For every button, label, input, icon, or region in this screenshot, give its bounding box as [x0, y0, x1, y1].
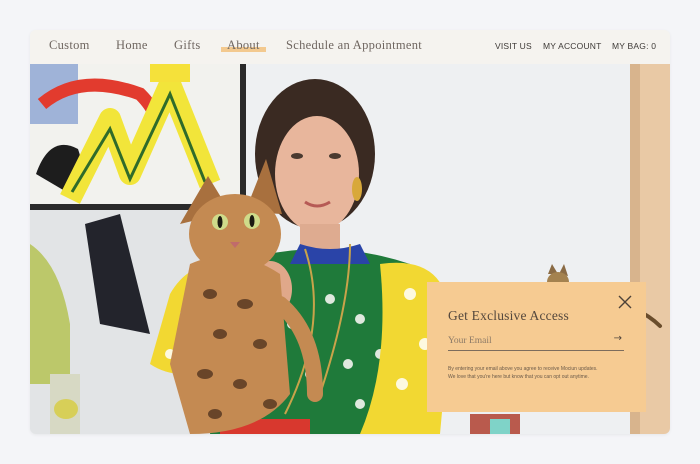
my-bag-link[interactable]: MY BAG: 0	[612, 41, 656, 51]
nav-link-custom[interactable]: Custom	[49, 38, 90, 53]
email-signup-popup: Get Exclusive Access → By entering your …	[427, 282, 646, 412]
visit-us-link[interactable]: VISIT US	[495, 41, 532, 51]
abstract-painting	[30, 64, 246, 204]
nav-link-home[interactable]: Home	[116, 38, 148, 53]
nav-link-schedule-appointment[interactable]: Schedule an Appointment	[286, 38, 422, 53]
popup-title: Get Exclusive Access	[448, 308, 569, 323]
nav-link-about[interactable]: About	[221, 38, 266, 53]
disclaimer-line-2: We love that you're here but know that y…	[448, 373, 589, 380]
arrow-right-icon[interactable]: →	[614, 333, 622, 344]
nav-link-gifts[interactable]: Gifts	[174, 38, 201, 53]
close-icon[interactable]	[617, 294, 633, 310]
popup-disclaimer: By entering your email above you agree t…	[448, 366, 628, 381]
email-input[interactable]	[448, 334, 608, 348]
my-account-link[interactable]: MY ACCOUNT	[543, 41, 602, 51]
browser-frame: Custom Home Gifts About Schedule an Appo…	[30, 30, 670, 434]
email-field: →	[448, 333, 624, 351]
disclaimer-line-1: By entering your email above you agree t…	[448, 366, 598, 372]
top-navigation: Custom Home Gifts About Schedule an Appo…	[30, 30, 670, 64]
